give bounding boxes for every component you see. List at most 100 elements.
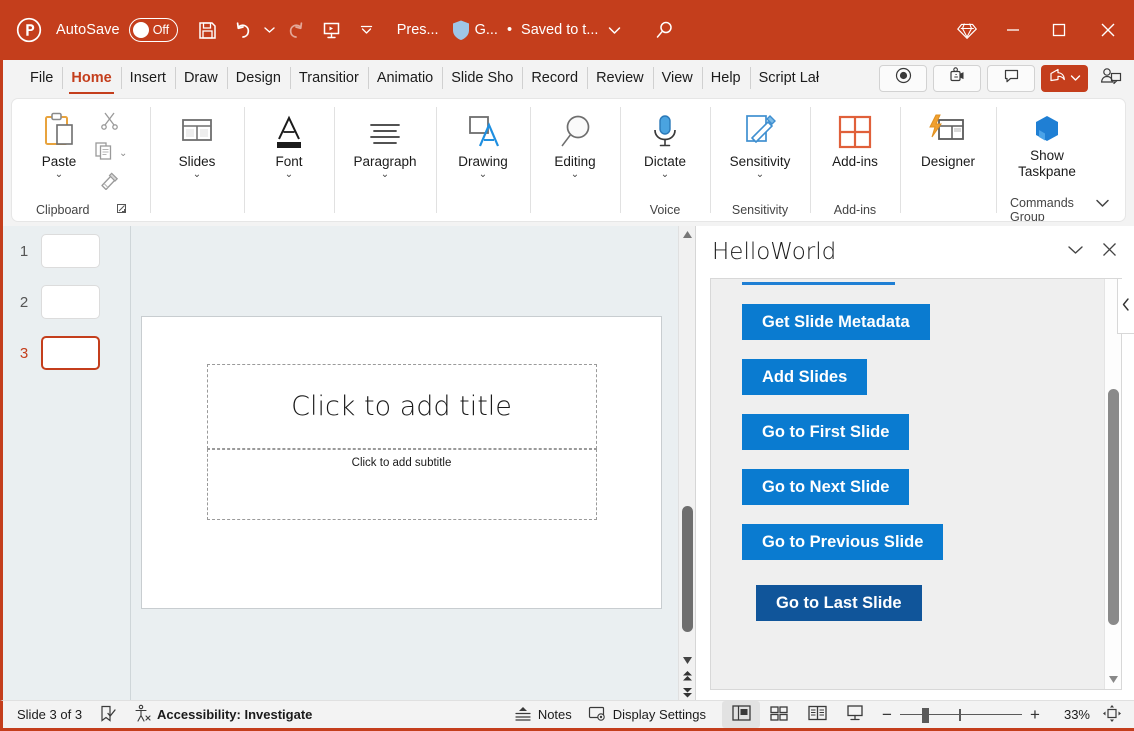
sensitivity-button[interactable]: Sensitivity ⌄ <box>718 105 802 180</box>
paste-caret-icon[interactable]: ⌄ <box>55 170 63 180</box>
paste-button[interactable]: Paste ⌄ <box>24 105 94 180</box>
redo-icon[interactable] <box>281 15 311 45</box>
editing-caret-icon[interactable]: ⌄ <box>571 170 579 180</box>
thumbnail-slide-1[interactable]: 1 <box>3 234 130 268</box>
undo-dropdown-caret-icon[interactable] <box>262 15 278 45</box>
tab-script-lab[interactable]: Script Lał <box>750 60 828 96</box>
save-status[interactable]: Saved to t... <box>521 22 598 38</box>
add-slides-button[interactable]: Add Slides <box>742 359 867 395</box>
copy-caret-icon[interactable]: ⌄ <box>119 148 127 159</box>
zoom-slider[interactable] <box>900 706 1022 724</box>
copy-button[interactable]: ⌄ <box>94 139 140 167</box>
font-button[interactable]: Font ⌄ <box>254 105 324 180</box>
title-placeholder[interactable]: Click to add title <box>207 364 597 449</box>
go-to-last-slide-button[interactable]: Go to Last Slide <box>756 585 922 621</box>
tab-help[interactable]: Help <box>702 60 750 96</box>
designer-button[interactable]: Designer <box>910 105 986 169</box>
ribbon-collapse-button[interactable] <box>1089 193 1115 215</box>
display-settings-button[interactable]: Display Settings <box>580 702 714 727</box>
reading-view-button[interactable] <box>798 701 836 728</box>
save-icon[interactable] <box>193 15 223 45</box>
tab-record[interactable]: Record <box>522 60 587 96</box>
save-status-caret-icon[interactable] <box>606 15 622 45</box>
tab-view[interactable]: View <box>653 60 702 96</box>
editing-button[interactable]: Editing ⌄ <box>540 105 610 180</box>
zoom-slider-thumb[interactable] <box>922 708 929 723</box>
tab-transitions[interactable]: Transitior <box>290 60 368 96</box>
diamond-icon[interactable] <box>944 0 990 60</box>
dictate-button[interactable]: Dictate ⌄ <box>630 105 700 180</box>
tab-draw[interactable]: Draw <box>175 60 227 96</box>
slides-caret-icon[interactable]: ⌄ <box>193 170 201 180</box>
task-pane-menu-button[interactable] <box>1058 235 1092 269</box>
start-presentation-icon[interactable] <box>317 15 347 45</box>
task-pane-collapse-tab[interactable] <box>1117 279 1134 334</box>
previous-slide-icon[interactable] <box>679 668 696 684</box>
slides-button[interactable]: Slides ⌄ <box>162 105 232 180</box>
slide-count-indicator[interactable]: Slide 3 of 3 <box>9 702 90 727</box>
document-name[interactable]: Pres... <box>397 22 439 38</box>
zoom-out-button[interactable]: − <box>880 706 894 723</box>
maximize-button[interactable] <box>1036 0 1082 60</box>
canvas-scroll-thumb[interactable] <box>682 506 693 632</box>
spellcheck-button[interactable] <box>90 702 125 727</box>
zoom-control[interactable]: − + 33% <box>874 706 1096 724</box>
next-slide-icon[interactable] <box>679 684 696 700</box>
record-button[interactable] <box>879 65 927 92</box>
search-icon[interactable] <box>650 15 680 45</box>
tab-insert[interactable]: Insert <box>121 60 175 96</box>
person-add-button[interactable] <box>1094 63 1128 93</box>
normal-view-button[interactable] <box>722 701 760 728</box>
task-pane-scrollbar[interactable] <box>1104 279 1121 689</box>
task-pane-scroll-thumb[interactable] <box>1108 389 1119 625</box>
close-button[interactable] <box>1082 0 1134 60</box>
undo-icon[interactable] <box>229 15 259 45</box>
font-caret-icon[interactable]: ⌄ <box>285 170 293 180</box>
tab-review[interactable]: Review <box>587 60 653 96</box>
notes-button[interactable]: Notes <box>505 702 580 727</box>
add-ins-button[interactable]: Add-ins <box>820 105 890 169</box>
task-pane-close-button[interactable] <box>1092 235 1126 269</box>
sensitivity-caret-icon[interactable]: ⌄ <box>756 170 764 180</box>
slide-show-button[interactable] <box>836 701 874 728</box>
dictate-caret-icon[interactable]: ⌄ <box>661 170 669 180</box>
account-name[interactable]: G... <box>475 22 498 38</box>
tab-home[interactable]: Home <box>62 60 120 96</box>
zoom-percent-label[interactable]: 33% <box>1048 707 1090 722</box>
thumbnail-slide-2[interactable]: 2 <box>3 285 130 319</box>
comments-button[interactable] <box>987 65 1035 92</box>
subtitle-placeholder[interactable]: Click to add subtitle <box>207 449 597 520</box>
dialog-launcher-icon[interactable] <box>116 203 127 217</box>
canvas-scroll-track[interactable] <box>679 242 696 652</box>
thumbnail-image[interactable] <box>41 285 100 319</box>
zoom-in-button[interactable]: + <box>1028 706 1042 723</box>
show-taskpane-button[interactable]: Show Taskpane <box>1004 105 1090 179</box>
tab-slide-show[interactable]: Slide Sho <box>442 60 522 96</box>
teams-present-button[interactable] <box>933 65 981 92</box>
scroll-up-icon[interactable] <box>679 226 696 242</box>
canvas-vertical-scrollbar[interactable] <box>678 226 695 700</box>
cut-button[interactable] <box>94 109 124 137</box>
task-pane-scroll-down-icon[interactable] <box>1105 671 1122 687</box>
format-painter-button[interactable] <box>94 169 124 197</box>
tab-animations[interactable]: Animatio <box>368 60 442 96</box>
accessibility-button[interactable]: Accessibility: Investigate <box>125 702 320 727</box>
go-to-next-slide-button[interactable]: Go to Next Slide <box>742 469 909 505</box>
tab-file[interactable]: File <box>21 60 62 96</box>
paragraph-button[interactable]: Paragraph ⌄ <box>344 105 426 180</box>
drawing-button[interactable]: Drawing ⌄ <box>446 105 520 180</box>
minimize-button[interactable] <box>990 0 1036 60</box>
thumbnail-image[interactable] <box>41 234 100 268</box>
slide-sorter-view-button[interactable] <box>760 701 798 728</box>
slide-thumbnail-pane[interactable]: 1 2 3 <box>3 226 131 700</box>
scroll-down-icon[interactable] <box>679 652 696 668</box>
get-slide-metadata-button[interactable]: Get Slide Metadata <box>742 304 930 340</box>
go-to-first-slide-button[interactable]: Go to First Slide <box>742 414 909 450</box>
slide-canvas[interactable]: Click to add title Click to add subtitle <box>141 316 662 609</box>
thumbnail-image[interactable] <box>41 336 100 370</box>
fit-to-window-button[interactable] <box>1096 702 1128 727</box>
paragraph-caret-icon[interactable]: ⌄ <box>381 170 389 180</box>
share-button[interactable] <box>1041 65 1088 92</box>
quick-access-caret-icon[interactable] <box>359 15 375 45</box>
thumbnail-slide-3[interactable]: 3 <box>3 336 130 370</box>
